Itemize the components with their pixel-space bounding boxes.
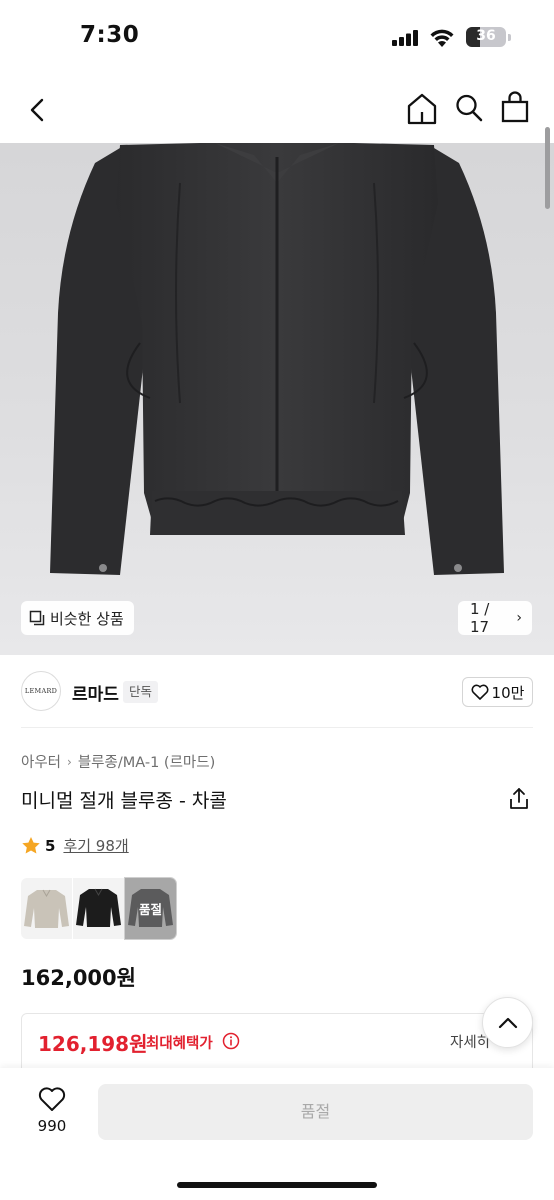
battery-terminal [508, 34, 511, 41]
product-photo [50, 143, 504, 575]
product-image-gallery[interactable] [0, 143, 554, 655]
share-icon[interactable] [508, 787, 530, 811]
battery-icon: 36 [466, 27, 506, 47]
brand-like-button[interactable]: 10만 [462, 677, 533, 707]
breadcrumb-outer[interactable]: 아우터 [21, 751, 61, 772]
status-time: 7:30 [80, 22, 140, 48]
max-benefit-box[interactable]: 126,198원 최대혜택가 자세히 [21, 1013, 533, 1073]
similar-items-icon [29, 610, 45, 626]
chevron-up-icon [498, 1017, 517, 1028]
chevron-right-icon: › [516, 610, 522, 626]
home-icon[interactable] [406, 92, 438, 126]
heart-icon [471, 684, 489, 700]
page-scrollbar[interactable] [545, 127, 550, 209]
cellular-signal-icon [392, 30, 418, 46]
star-icon [22, 837, 40, 854]
back-icon[interactable] [24, 94, 52, 126]
original-price: 162,000원 [21, 966, 136, 990]
black-jacket-thumbnail [76, 888, 121, 927]
info-icon[interactable] [222, 1032, 240, 1050]
product-title: 미니멀 절개 블루종 - 차콜 [21, 790, 227, 812]
brand-name[interactable]: 르마드 [72, 680, 119, 705]
divider [21, 727, 533, 728]
color-option-beige[interactable] [21, 878, 72, 939]
status-bar: 7:30 36 [0, 0, 554, 70]
rating-score: 5 [45, 836, 56, 855]
image-counter: 1 / 17 [470, 600, 490, 636]
wishlist-count: 990 [37, 1117, 67, 1135]
heart-icon [38, 1087, 66, 1111]
image-counter-button[interactable]: 1 / 17 › [458, 600, 532, 636]
exclusive-badge: 단독 [123, 681, 159, 703]
bottom-action-bar: 990 품절 [0, 1068, 554, 1200]
sold-out-overlay: 품절 [125, 878, 176, 939]
wishlist-button[interactable]: 990 [21, 1086, 83, 1135]
benefit-price: 126,198원 [38, 1032, 148, 1056]
chevron-right-icon: › [67, 754, 72, 769]
breadcrumb-blouson[interactable]: 블루종/MA-1 (르마드) [78, 751, 215, 772]
breadcrumb: 아우터 › 블루종/MA-1 (르마드) [21, 751, 215, 772]
beige-jacket-thumbnail [24, 889, 69, 928]
search-icon[interactable] [454, 92, 484, 124]
sold-out-button[interactable]: 품절 [98, 1084, 533, 1140]
scroll-to-top-button[interactable] [482, 997, 533, 1048]
color-option-black[interactable] [73, 878, 124, 939]
brand-logo[interactable]: LEMARD [21, 671, 61, 711]
home-indicator [177, 1182, 377, 1188]
wifi-icon [430, 29, 454, 47]
benefit-label: 최대혜택가 [146, 1036, 213, 1052]
top-nav [0, 78, 554, 142]
color-options: 품절 [21, 877, 177, 940]
reviews-link[interactable]: 후기 98개 [63, 835, 128, 856]
color-option-charcoal[interactable]: 품절 [124, 877, 177, 940]
similar-products-button[interactable]: 비슷한 상품 [21, 601, 134, 635]
shopping-bag-icon[interactable] [500, 90, 530, 124]
brand-like-count: 10만 [491, 683, 525, 702]
rating-row: 5 후기 98개 [21, 835, 129, 856]
battery-percent: 36 [476, 28, 496, 44]
similar-products-label: 비슷한 상품 [50, 609, 124, 628]
